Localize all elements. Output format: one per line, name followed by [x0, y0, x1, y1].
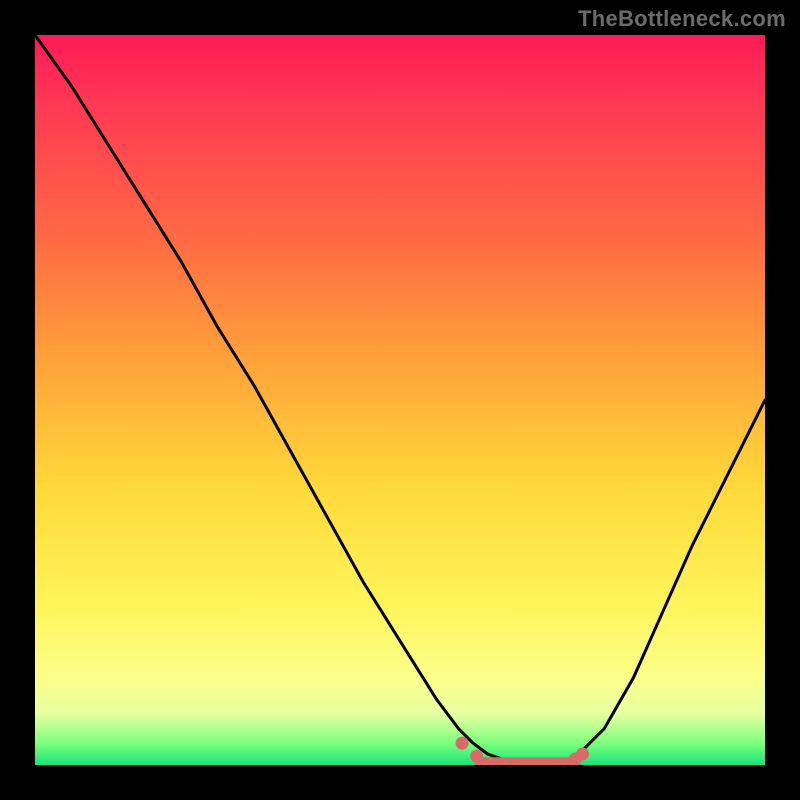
curve-layer: [35, 35, 765, 765]
plot-area: [35, 35, 765, 765]
watermark-text: TheBottleneck.com: [578, 6, 786, 32]
bottleneck-curve: [35, 35, 765, 764]
optimal-dot: [456, 737, 469, 750]
chart-stage: TheBottleneck.com: [0, 0, 800, 800]
optimal-dot: [576, 748, 589, 761]
optimal-dot: [470, 750, 483, 763]
